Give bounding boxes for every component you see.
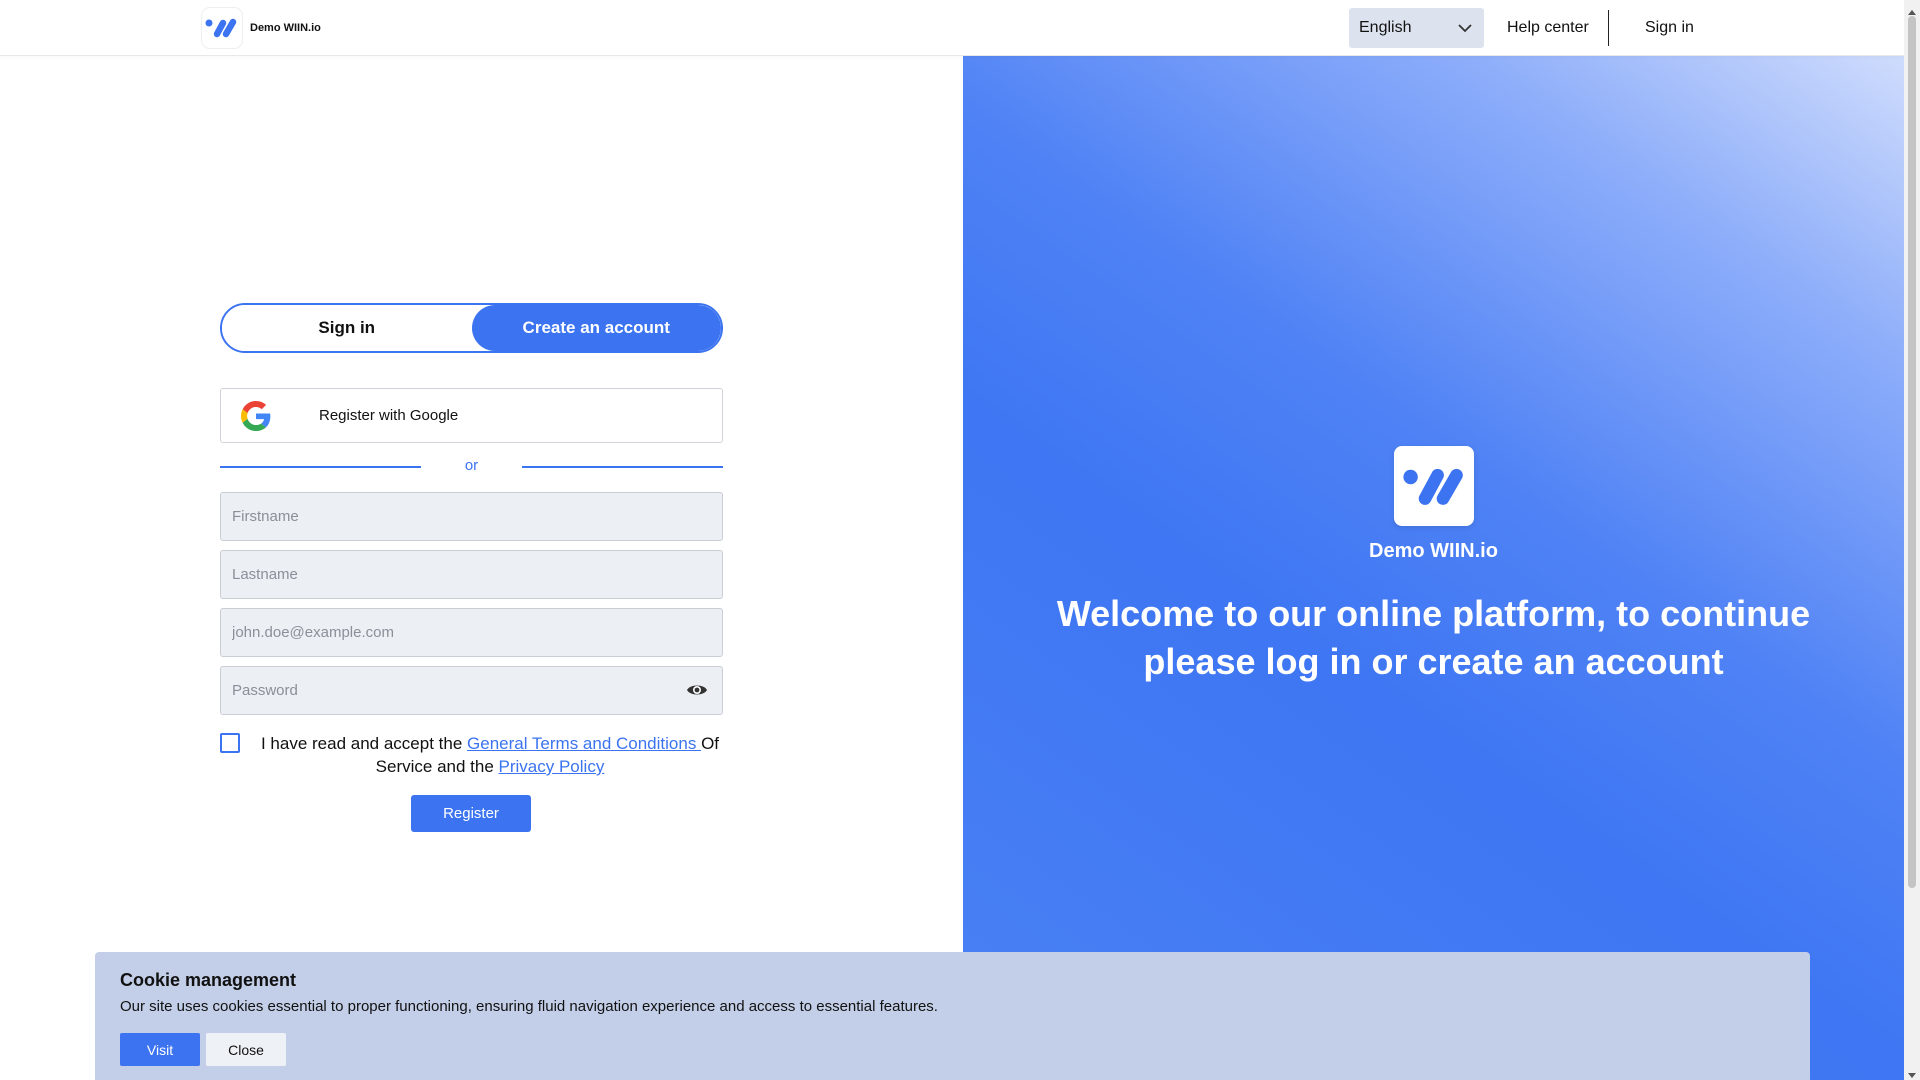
password-field[interactable] [220, 666, 723, 715]
or-divider: or [220, 455, 723, 479]
tab-create-account[interactable]: Create an account [471, 305, 721, 351]
hero-brand-name: Demo WIIN.io [1369, 540, 1498, 562]
wiin-logo-icon [1394, 446, 1474, 526]
register-with-google-button[interactable]: Register with Google [220, 388, 723, 443]
header-sign-in-link[interactable]: Sign in [1645, 19, 1694, 37]
divider-line-right [522, 466, 723, 468]
lastname-field[interactable] [220, 550, 723, 599]
register-button[interactable]: Register [411, 795, 531, 832]
terms-text: I have read and accept the General Terms… [250, 732, 730, 778]
page-scrollbar[interactable] [1904, 0, 1920, 1080]
google-icon [241, 401, 271, 436]
welcome-message: Welcome to our online platform, to conti… [1056, 593, 1811, 682]
cookie-title: Cookie management [120, 970, 297, 990]
chevron-down-icon [1456, 19, 1474, 42]
cookie-visit-button[interactable]: Visit [120, 1033, 200, 1066]
email-field[interactable] [220, 608, 723, 657]
help-center-link[interactable]: Help center [1507, 19, 1589, 37]
language-select[interactable]: English [1349, 8, 1484, 48]
terms-prefix: I have read and accept the [260, 734, 468, 753]
cookie-close-button[interactable]: Close [206, 1033, 286, 1066]
auth-tabs: Sign in Create an account [220, 303, 723, 353]
general-terms-link[interactable]: General Terms and Conditions [467, 734, 701, 753]
brand-name: Demo WIIN.io [250, 22, 321, 34]
header-divider [1608, 10, 1609, 46]
wiin-logo-icon [202, 8, 242, 48]
firstname-field[interactable] [220, 492, 723, 541]
privacy-policy-link[interactable]: Privacy Policy [499, 757, 605, 776]
eye-icon[interactable] [686, 682, 708, 703]
hero-panel: Demo WIIN.io Welcome to our online platf… [963, 56, 1904, 1080]
cookie-banner: Cookie management Our site uses cookies … [95, 952, 1810, 1080]
scroll-down-icon[interactable] [1908, 1066, 1916, 1080]
tab-sign-in[interactable]: Sign in [222, 305, 472, 351]
terms-checkbox[interactable] [220, 733, 240, 753]
brand[interactable]: Demo WIIN.io [202, 8, 321, 48]
google-button-label: Register with Google [319, 407, 459, 424]
scrollbar-thumb[interactable] [1908, 16, 1916, 888]
cookie-text: Our site uses cookies essential to prope… [120, 998, 938, 1015]
language-value: English [1359, 19, 1412, 36]
top-header: Demo WIIN.io English Help center Sign in [0, 0, 1904, 56]
